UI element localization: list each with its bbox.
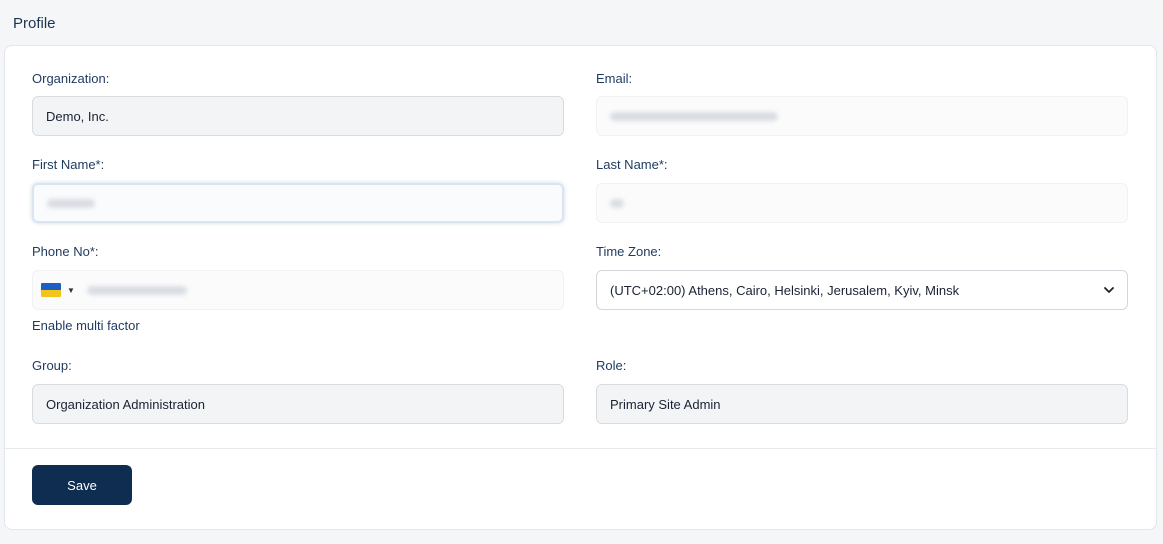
last-name-redacted-value xyxy=(610,198,624,208)
role-label: Role: xyxy=(596,358,627,373)
caret-down-icon: ▼ xyxy=(67,285,75,295)
page-title: Profile xyxy=(13,15,56,32)
email-field[interactable] xyxy=(596,96,1128,136)
email-redacted-value xyxy=(610,111,778,121)
phone-redacted-value xyxy=(86,285,187,295)
role-field: Primary Site Admin xyxy=(596,384,1128,424)
phone-label: Phone No*: xyxy=(32,244,99,259)
role-value: Primary Site Admin xyxy=(610,396,721,412)
first-name-label: First Name*: xyxy=(32,157,105,172)
group-field: Organization Administration xyxy=(32,384,564,424)
last-name-field[interactable] xyxy=(596,183,1128,223)
time-zone-value: (UTC+02:00) Athens, Cairo, Helsinki, Jer… xyxy=(610,282,960,298)
organization-value: Demo, Inc. xyxy=(46,108,109,124)
chevron-down-icon xyxy=(1104,287,1114,293)
first-name-redacted-value xyxy=(47,198,95,208)
time-zone-select[interactable]: (UTC+02:00) Athens, Cairo, Helsinki, Jer… xyxy=(596,270,1128,310)
organization-label: Organization: xyxy=(32,71,110,86)
ukraine-flag-icon xyxy=(41,283,61,297)
card-divider xyxy=(4,448,1157,449)
enable-mfa-link[interactable]: Enable multi factor xyxy=(32,318,140,333)
country-code-selector[interactable]: ▼ xyxy=(41,283,75,297)
phone-field[interactable]: ▼ xyxy=(32,270,564,310)
organization-field: Demo, Inc. xyxy=(32,96,564,136)
group-label: Group: xyxy=(32,358,72,373)
time-zone-label: Time Zone: xyxy=(596,244,662,259)
first-name-field[interactable] xyxy=(32,183,564,223)
group-value: Organization Administration xyxy=(46,396,205,412)
last-name-label: Last Name*: xyxy=(596,157,668,172)
email-label: Email: xyxy=(596,71,633,86)
save-button[interactable]: Save xyxy=(32,465,132,505)
